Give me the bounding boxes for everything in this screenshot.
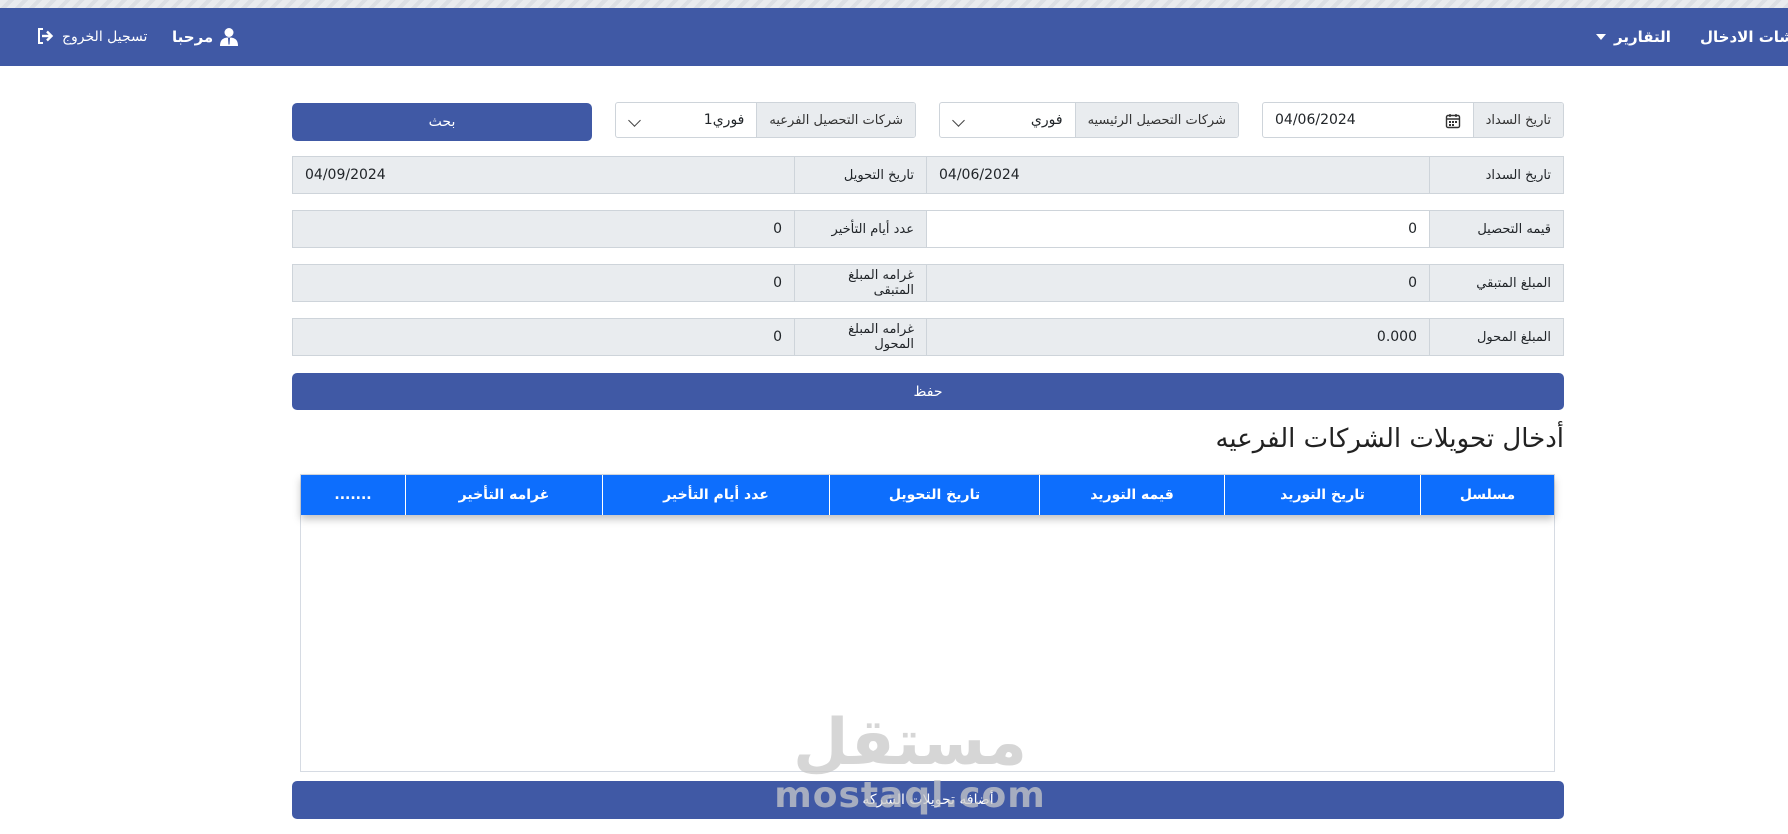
nav-entries-menu[interactable]: شات الادخال <box>1700 8 1788 66</box>
collection-value-label: قيمه التحصيل <box>1429 210 1564 248</box>
branch-companies-value: فوري1 <box>703 112 745 128</box>
th-delay-days: عدد أيام التأخير <box>602 475 829 515</box>
nav-welcome[interactable]: مرحبا <box>172 8 245 66</box>
chevron-down-icon <box>952 114 965 127</box>
detail-transfer-date-label: تاريخ التحويل <box>793 156 927 194</box>
transferred-fine-value: 0 <box>292 318 795 356</box>
delay-days-value: 0 <box>292 210 795 248</box>
sign-out-icon <box>36 27 56 47</box>
transfers-table: مسلسل تاريخ التوريد قيمه التوريد تاريخ ا… <box>300 474 1555 772</box>
user-icon <box>219 27 239 47</box>
th-transfer-date: تاريخ التحويل <box>829 475 1039 515</box>
remaining-amount-value: 0 <box>926 264 1430 302</box>
branch-companies-select[interactable]: فوري1 <box>616 103 756 137</box>
detail-transfer-date-value: 04/09/2024 <box>292 156 795 194</box>
chevron-down-icon <box>628 114 641 127</box>
th-supply-value: قيمه التوريد <box>1039 475 1224 515</box>
payment-date-group: تاريخ السداد 04/06/2024 <box>1262 102 1564 138</box>
transferred-fine-label: غرامه المبلغ المحول <box>793 318 927 356</box>
transferred-amount-label: المبلغ المحول <box>1429 318 1564 356</box>
branch-companies-group: شركات التحصيل الفرعيه فوري1 <box>615 102 916 138</box>
nav-logout-label: تسجيل الخروج <box>62 29 148 45</box>
main-companies-select[interactable]: فوري <box>940 103 1075 137</box>
th-supply-date: تاريخ التوريد <box>1224 475 1420 515</box>
search-button[interactable]: بحث <box>292 103 592 141</box>
nav-reports-label: التقارير <box>1614 28 1671 46</box>
detail-payment-date-value: 04/06/2024 <box>926 156 1430 194</box>
th-delay-fine: غرامه التأخير <box>405 475 602 515</box>
section-title: أدخال تحويلات الشركات الفرعيه <box>1215 424 1564 454</box>
top-stripe <box>0 0 1788 8</box>
main-companies-group: شركات التحصيل الرئيسيه فوري <box>939 102 1239 138</box>
nav-entries-label: شات الادخال <box>1700 28 1788 46</box>
add-company-transfers-button[interactable]: أضافه تحويلات الشركه <box>292 781 1564 819</box>
save-button[interactable]: حفظ <box>292 373 1564 410</box>
nav-reports-menu[interactable]: التقارير <box>1588 8 1671 66</box>
main-companies-label: شركات التحصيل الرئيسيه <box>1074 103 1238 137</box>
nav-welcome-label: مرحبا <box>172 28 214 46</box>
navbar: شات الادخال التقارير مرحبا تسجيل الخروج <box>0 8 1788 66</box>
payment-date-label: تاريخ السداد <box>1472 103 1563 137</box>
calendar-icon[interactable] <box>1445 113 1461 129</box>
remaining-amount-label: المبلغ المتبقي <box>1429 264 1564 302</box>
main-companies-value: فوري <box>1030 112 1063 128</box>
detail-row-remaining: المبلغ المتبقي 0 غرامه المبلغ المتبقى 0 <box>292 264 1564 302</box>
nav-logout[interactable]: تسجيل الخروج <box>30 8 147 66</box>
delay-days-label: عدد أيام التأخير <box>793 210 927 248</box>
payment-date-value: 04/06/2024 <box>1275 112 1356 128</box>
detail-row-dates: تاريخ السداد 04/06/2024 تاريخ التحويل 04… <box>292 156 1564 194</box>
remaining-fine-value: 0 <box>292 264 795 302</box>
branch-companies-label: شركات التحصيل الفرعيه <box>756 103 915 137</box>
caret-down-icon <box>1596 34 1606 40</box>
remaining-fine-label: غرامه المبلغ المتبقى <box>793 264 927 302</box>
collection-value-input[interactable]: 0 <box>926 210 1430 248</box>
detail-row-collection: قيمه التحصيل 0 عدد أيام التأخير 0 <box>292 210 1564 248</box>
payment-date-input[interactable]: 04/06/2024 <box>1263 103 1473 137</box>
detail-row-transferred: المبلغ المحول 0.000 غرامه المبلغ المحول … <box>292 318 1564 356</box>
detail-payment-date-label: تاريخ السداد <box>1429 156 1564 194</box>
transferred-amount-value: 0.000 <box>926 318 1430 356</box>
table-header: مسلسل تاريخ التوريد قيمه التوريد تاريخ ا… <box>301 475 1554 515</box>
th-more: ....... <box>334 487 372 503</box>
th-serial: مسلسل <box>1420 475 1554 515</box>
